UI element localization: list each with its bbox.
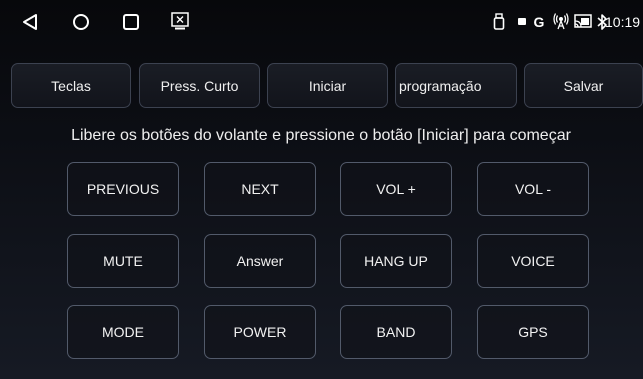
salvar-button[interactable]: Salvar: [524, 63, 643, 108]
iniciar-button[interactable]: Iniciar: [267, 63, 388, 108]
key-band[interactable]: BAND: [340, 305, 452, 359]
status-bar: G 10:19: [0, 0, 643, 44]
key-voice[interactable]: VOICE: [477, 234, 589, 288]
wireless-icon: [552, 11, 570, 31]
google-icon: G: [533, 14, 545, 30]
key-gps[interactable]: GPS: [477, 305, 589, 359]
key-mode[interactable]: MODE: [67, 305, 179, 359]
key-mute[interactable]: MUTE: [67, 234, 179, 288]
recents-icon[interactable]: [121, 12, 141, 32]
programacao-button[interactable]: programação: [395, 63, 517, 108]
press-curto-button[interactable]: Press. Curto: [139, 63, 260, 108]
battery-small-icon: [517, 16, 527, 26]
key-vol-down[interactable]: VOL -: [477, 162, 589, 216]
key-vol-up[interactable]: VOL +: [340, 162, 452, 216]
teclas-button[interactable]: Teclas: [11, 63, 131, 108]
key-answer[interactable]: Answer: [204, 234, 316, 288]
key-power[interactable]: POWER: [204, 305, 316, 359]
key-next[interactable]: NEXT: [204, 162, 316, 216]
key-hang-up[interactable]: HANG UP: [340, 234, 452, 288]
screen-icon[interactable]: [169, 10, 191, 32]
cast-icon: [573, 12, 593, 32]
usb-icon: [492, 12, 506, 32]
instruction-text: Libere os botões do volante e pressione …: [71, 127, 571, 144]
clock: 10:19: [605, 14, 641, 30]
back-icon[interactable]: [20, 12, 40, 32]
steering-wheel-learn-screen: G 10:19 Teclas Press. Curto Iniciar prog…: [0, 0, 643, 379]
key-previous[interactable]: PREVIOUS: [67, 162, 179, 216]
home-icon[interactable]: [71, 12, 91, 32]
